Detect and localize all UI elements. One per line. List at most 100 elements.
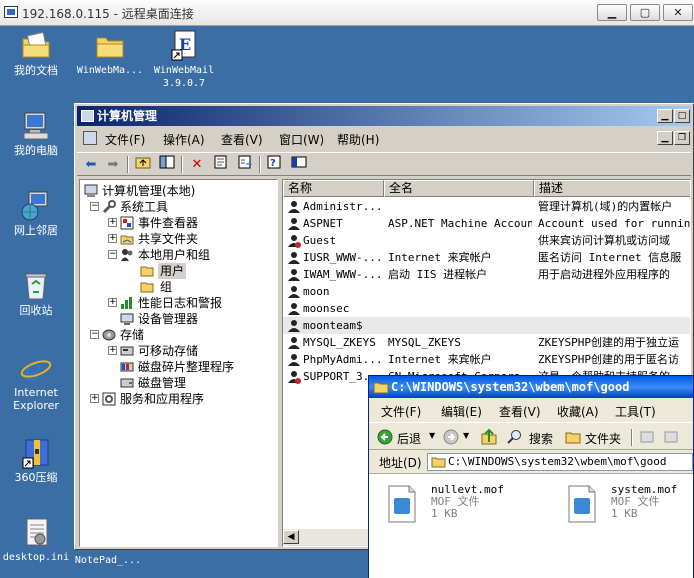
menu-tools[interactable]: 工具(T) (615, 403, 656, 420)
tree-item-event-viewer[interactable]: + 事件查看器 (80, 215, 277, 231)
maximize-button[interactable]: □ (674, 109, 690, 123)
desktop-icon-winwebmail-folder[interactable]: WinWebMa... (74, 30, 146, 77)
tree-item-storage[interactable]: − 存储 (80, 327, 277, 343)
search-button[interactable]: 搜索 (505, 427, 559, 447)
menu-bar: 文件(F) 操作(A) 查看(V) 窗口(W) 帮助(H) ▁ ❐ (77, 128, 691, 150)
tree-item-disk-management[interactable]: 磁盘管理 (80, 375, 277, 391)
back-arrow-icon[interactable]: ⬅ (81, 155, 101, 174)
menu-action[interactable]: 操作(A) (163, 131, 205, 148)
column-header-fullname[interactable]: 全名 (384, 180, 534, 197)
back-arrow-icon (377, 429, 393, 445)
console-icon[interactable] (289, 155, 309, 174)
menu-view[interactable]: 查看(V) (499, 403, 541, 420)
tree-item-users[interactable]: 用户 (80, 263, 277, 279)
minimize-button[interactable]: ▁ (657, 109, 673, 123)
user-row[interactable]: PhpMyAdmi... Internet 来宾帐户 ZKEYSPHP创建的用于匿名… (283, 351, 690, 368)
user-row[interactable]: Guest 供来宾访问计算机或访问域 (283, 232, 690, 249)
desktop-icon-label: Internet Explorer (13, 386, 59, 412)
close-button[interactable]: ✕ (663, 4, 693, 21)
explorer-titlebar[interactable]: C:\WINDOWS\system32\wbem\mof\good (369, 376, 693, 398)
user-icon (288, 269, 300, 281)
user-row[interactable]: ASPNET ASP.NET Machine Account Account use… (283, 215, 690, 232)
scroll-left-button[interactable]: ◀ (283, 530, 299, 544)
user-description: Account used for running (538, 217, 690, 230)
file-item-nullevt-mof[interactable]: nullevt.mof MOF 文件 1 KB (379, 482, 529, 532)
menu-favorites[interactable]: 收藏(A) (557, 403, 599, 420)
tree-item-local-users-groups[interactable]: − 本地用户和组 (80, 247, 277, 263)
app-menu-icon[interactable] (83, 131, 97, 145)
desktop-icon-winwebmail-shortcut[interactable]: E WinWebMail 3.9.0.7 (148, 30, 220, 90)
help-icon[interactable]: ? (265, 155, 285, 174)
expand-toggle[interactable]: + (108, 218, 117, 227)
user-description: ZKEYSPHP创建的用于匿名访 (538, 353, 679, 366)
forward-button[interactable]: ▼ (441, 428, 475, 446)
restore-button[interactable]: ▢ (630, 4, 660, 21)
tree-item-removable-storage[interactable]: + 可移动存储 (80, 343, 277, 359)
column-header-name[interactable]: 名称 (283, 180, 384, 197)
desktop-icon-my-documents[interactable]: 我的文档 (0, 30, 72, 77)
tree-label: 系统工具 (120, 200, 169, 214)
properties-icon[interactable] (211, 155, 231, 174)
column-header-description[interactable]: 描述 (534, 180, 690, 197)
mdi-restore-button[interactable]: ❐ (674, 131, 690, 145)
file-item-system-mof[interactable]: system.mof MOF 文件 1 KB (559, 482, 694, 532)
user-fullname: MYSQL_ZKEYS (388, 336, 461, 349)
user-fullname: Internet 来宾帐户 (388, 353, 492, 366)
tree-item-performance-logs[interactable]: + 性能日志和警报 (80, 295, 277, 311)
collapse-toggle[interactable]: − (90, 202, 99, 211)
minimize-button[interactable]: ▁ (597, 4, 627, 21)
back-button[interactable]: 后退 ▼ (375, 428, 435, 446)
mdi-minimize-button[interactable]: ▁ (657, 131, 673, 145)
delete-icon[interactable]: ✕ (187, 155, 207, 174)
user-row[interactable]: IUSR_WWW-... Internet 来宾帐户 匿名访问 Internet 信… (283, 249, 690, 266)
up-folder-icon[interactable] (481, 428, 497, 446)
menu-help[interactable]: 帮助(H) (337, 131, 379, 148)
desktop-icon-internet-explorer[interactable]: e Internet Explorer (0, 352, 72, 412)
desktop-icon-recycle-bin[interactable]: 回收站 (0, 270, 72, 317)
copy-to-icon[interactable] (663, 429, 679, 445)
user-row[interactable]: moonteam$ (283, 317, 690, 334)
desktop-icon-network[interactable]: 网上邻居 (0, 190, 72, 237)
tree-item-system-tools[interactable]: − 系统工具 (80, 199, 277, 215)
user-row[interactable]: moon (283, 283, 690, 300)
expand-toggle[interactable]: + (108, 346, 117, 355)
folders-button[interactable]: 文件夹 (563, 427, 627, 447)
desktop-icon-desktop-ini[interactable]: desktop.ini (0, 517, 72, 564)
expand-toggle[interactable]: + (108, 298, 117, 307)
shared-folder-icon (120, 235, 134, 245)
removable-storage-icon (120, 346, 134, 356)
event-viewer-icon (120, 216, 134, 230)
user-row[interactable]: Administr... 管理计算机(域)的内置帐户 (283, 198, 690, 215)
menu-edit[interactable]: 编辑(E) (441, 403, 482, 420)
up-folder-icon[interactable] (133, 155, 153, 174)
computer-management-titlebar[interactable]: 计算机管理 ▁ □ (77, 106, 691, 126)
desktop-icon-label: 网上邻居 (14, 224, 58, 237)
toolbar-separator (631, 429, 633, 446)
expand-toggle[interactable]: + (90, 394, 99, 403)
menu-window[interactable]: 窗口(W) (279, 131, 324, 148)
menu-view[interactable]: 查看(V) (221, 131, 263, 148)
user-row[interactable]: moonsec (283, 300, 690, 317)
address-input[interactable]: C:\WINDOWS\system32\wbem\mof\good (427, 453, 693, 471)
desktop-icon-360zip[interactable]: 360压缩 (0, 437, 72, 484)
collapse-toggle[interactable]: − (90, 330, 99, 339)
desktop-icon-my-computer[interactable]: 我的电脑 (0, 110, 72, 157)
tree-item-disk-defragmenter[interactable]: 磁盘碎片整理程序 (80, 359, 277, 375)
expand-toggle[interactable]: + (108, 234, 117, 243)
tree-item-groups[interactable]: 组 (80, 279, 277, 295)
desktop-icon-label: WinWebMail 3.9.0.7 (153, 65, 215, 89)
tree-item-device-manager[interactable]: 设备管理器 (80, 311, 277, 327)
menu-file[interactable]: 文件(F) (381, 403, 421, 420)
move-to-icon[interactable] (639, 429, 655, 445)
tree-item-shared-folders[interactable]: + 共享文件夹 (80, 231, 277, 247)
menu-file[interactable]: 文件(F) (105, 131, 145, 148)
collapse-toggle[interactable]: − (108, 250, 117, 259)
address-bar: 地址(D) C:\WINDOWS\system32\wbem\mof\good (369, 450, 693, 474)
tree-item-services-applications[interactable]: + 服务和应用程序 (80, 391, 277, 407)
tree-label: 可移动存储 (138, 344, 199, 358)
user-row[interactable]: MYSQL_ZKEYS MYSQL_ZKEYS ZKEYSPHP创建的用于独立运 (283, 334, 690, 351)
forward-arrow-icon[interactable]: ➡ (103, 155, 123, 174)
user-row[interactable]: IWAM_WWW-... 启动 IIS 进程帐户 用于启动进程外应用程序的 (283, 266, 690, 283)
export-list-icon[interactable] (235, 155, 255, 174)
show-tree-icon[interactable] (157, 155, 177, 174)
